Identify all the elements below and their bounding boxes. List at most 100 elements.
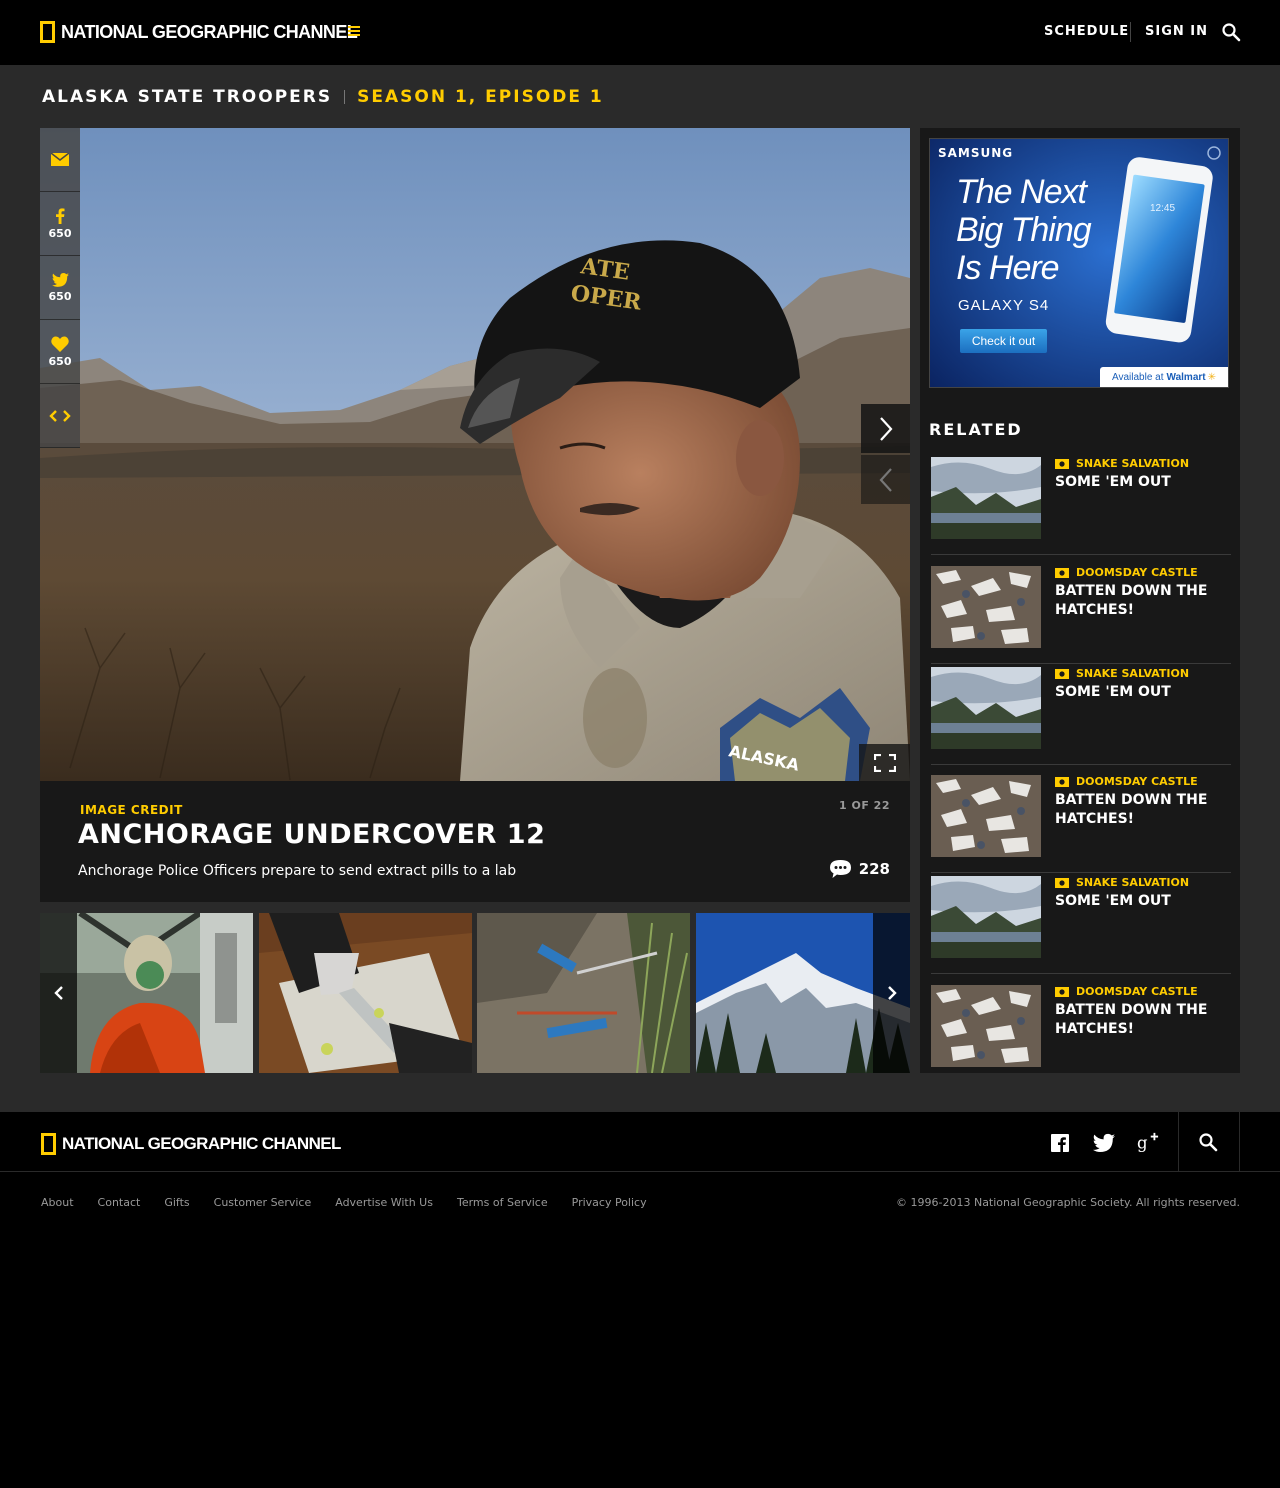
facebook-icon [56,207,65,224]
trooper-photo: ATE OPER ALASKA [40,128,910,781]
related-heading: RELATED [929,420,1023,439]
ad-product: GALAXY S4 [958,297,1050,314]
email-share-button[interactable] [40,128,80,192]
related-category-label: SNAKE SALVATION [1076,457,1190,470]
ad-cta-label: Check it out [971,334,1036,348]
show-title: ALASKA STATE TROOPERS SEASON 1, EPISODE … [42,87,604,107]
ad-cta-button[interactable]: Check it out [960,329,1047,353]
ad-retailer-prefix: Available at [1111,371,1164,383]
related-title: SOME 'EM OUT [1055,474,1171,490]
related-category-label: DOOMSDAY CASTLE [1076,566,1198,579]
samsung-ad[interactable]: SAMSUNG The Next Big Thing Is Here GALAX… [929,138,1229,388]
comment-bubble-icon [829,860,851,878]
related-title: SOME 'EM OUT [1055,684,1171,700]
image-credit: IMAGE CREDIT [80,803,183,817]
sidebar: SAMSUNG The Next Big Thing Is Here GALAX… [920,128,1240,1073]
related-title: BATTEN DOWN THE HATCHES! [1055,583,1208,618]
chevron-right-icon [879,416,892,441]
footer-link-customer-service[interactable]: Customer Service [214,1196,312,1209]
schedule-link[interactable]: SCHEDULE [1044,24,1129,39]
logo-yellow-frame [41,1133,56,1155]
logo-text: NATIONAL GEOGRAPHIC CHANNEL [61,21,358,42]
thumbnail-image [259,913,472,1073]
footer-link-advertise[interactable]: Advertise With Us [335,1196,433,1209]
twitter-icon [51,272,69,287]
related-item[interactable]: SNAKE SALVATION SOME 'EM OUT [931,661,1231,765]
footer-link-about[interactable]: About [41,1196,74,1209]
site-footer: NATIONAL GEOGRAPHIC CHANNEL g [0,1112,1280,1172]
thumbnail-syringes[interactable] [477,913,690,1073]
photo-counter: 1 OF 22 [839,799,890,812]
related-category: SNAKE SALVATION [1055,876,1189,889]
walmart-spark-icon: ✳ [1207,371,1216,383]
camera-icon [1055,986,1069,997]
related-item[interactable]: DOOMSDAY CASTLE BATTEN DOWN THE HATCHES! [931,560,1231,664]
footer-divider [1239,1112,1240,1172]
search-icon[interactable] [1198,1132,1218,1152]
comment-count: 228 [858,860,890,878]
related-item[interactable]: DOOMSDAY CASTLE BATTEN DOWN THE HATCHES! [931,979,1231,1083]
menu-icon[interactable] [348,26,360,36]
related-thumbnail-lake [931,457,1041,539]
related-title: BATTEN DOWN THE HATCHES! [1055,1002,1208,1037]
nav-divider [1130,22,1131,42]
comments-link[interactable]: 228 [829,860,890,878]
related-thumbnail-lake [931,667,1041,749]
related-thumbnail-camo [931,566,1041,648]
facebook-share-button[interactable]: 650 [40,192,80,256]
thumbnail-pills[interactable] [259,913,472,1073]
related-category: DOOMSDAY CASTLE [1055,985,1198,998]
related-item[interactable]: SNAKE SALVATION SOME 'EM OUT [931,451,1231,555]
like-count: 650 [48,354,72,368]
facebook-icon[interactable] [1049,1132,1071,1154]
email-icon [51,153,69,166]
thumbnails-next-button[interactable] [873,913,910,1073]
heart-icon [51,336,69,352]
thumbnails-prev-button[interactable] [40,913,77,1073]
site-logo[interactable]: NATIONAL GEOGRAPHIC CHANNEL [40,20,358,44]
footer-link-gifts[interactable]: Gifts [164,1196,189,1209]
chevron-left-icon [879,467,892,492]
previous-photo-button[interactable] [861,455,910,504]
ad-headline: The Next Big Thing Is Here [956,173,1092,287]
ad-phone-time: 12:45 [1150,203,1176,214]
copyright: © 1996-2013 National Geographic Society.… [896,1196,1240,1209]
twitter-icon[interactable] [1093,1132,1115,1154]
embed-icon [49,409,71,422]
footer-logo[interactable]: NATIONAL GEOGRAPHIC CHANNEL [41,1132,341,1156]
twitter-share-button[interactable]: 650 [40,256,80,320]
chevron-right-icon [887,986,897,1000]
chevron-left-icon [53,986,63,1000]
gallery-main-photo: ATE OPER ALASKA [40,128,910,781]
episode-label[interactable]: SEASON 1, EPISODE 1 [357,87,604,107]
related-item[interactable]: DOOMSDAY CASTLE BATTEN DOWN THE HATCHES! [931,769,1231,873]
ad-retailer-tag: Available at Walmart ✳ [1100,367,1228,387]
ad-retailer-name: Walmart [1166,371,1206,383]
google-plus-icon[interactable]: g [1137,1132,1159,1154]
footer-link-privacy[interactable]: Privacy Policy [572,1196,647,1209]
sign-in-link[interactable]: SIGN IN [1145,24,1208,39]
svg-text:g: g [1137,1134,1148,1153]
camera-icon [1055,668,1069,679]
footer-divider [1178,1112,1179,1172]
thumbnail-strip [40,913,910,1073]
search-icon[interactable] [1221,22,1241,42]
fullscreen-button[interactable] [859,744,910,781]
title-divider [344,90,346,104]
camera-icon [1055,776,1069,787]
thumbnail-image [477,913,690,1073]
related-category: DOOMSDAY CASTLE [1055,775,1198,788]
footer-link-terms[interactable]: Terms of Service [457,1196,548,1209]
camera-icon [1055,458,1069,469]
like-button[interactable]: 650 [40,320,80,384]
next-photo-button[interactable] [861,404,910,453]
logo-yellow-frame [40,21,55,43]
related-category: SNAKE SALVATION [1055,667,1189,680]
footer-link-contact[interactable]: Contact [98,1196,141,1209]
photo-description: Anchorage Police Officers prepare to sen… [78,863,517,879]
related-category-label: SNAKE SALVATION [1076,876,1190,889]
related-title: BATTEN DOWN THE HATCHES! [1055,792,1208,827]
embed-button[interactable] [40,384,80,448]
show-name[interactable]: ALASKA STATE TROOPERS [42,87,332,107]
related-item[interactable]: SNAKE SALVATION SOME 'EM OUT [931,870,1231,974]
